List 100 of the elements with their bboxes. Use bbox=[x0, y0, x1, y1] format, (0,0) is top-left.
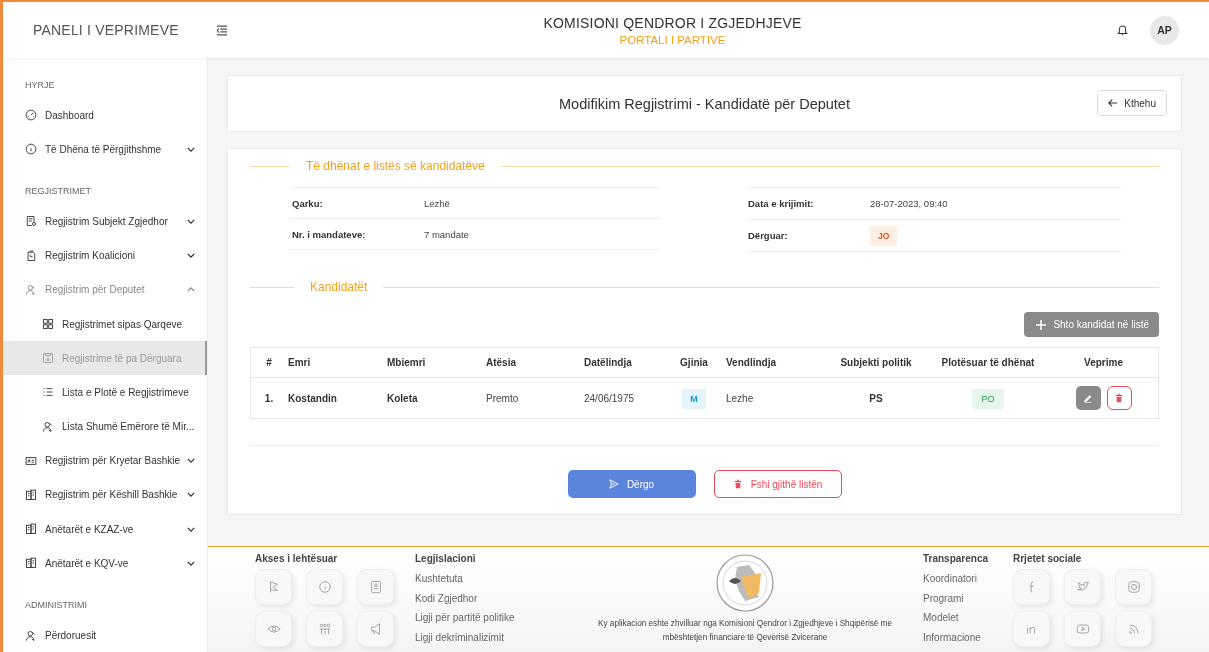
credit-text: Ky aplikacion eshte zhvilluar nga Komisioni Qendror i Zgjedhjeve i Shqipërisë me mbështetjen financiare të Qeverisë Zvicerane bbox=[597, 618, 893, 644]
play-icon bbox=[1075, 622, 1090, 636]
pencil-icon bbox=[1083, 393, 1093, 403]
save-icon bbox=[42, 352, 54, 365]
table-cell: Lezhe bbox=[726, 392, 754, 404]
list-icon bbox=[42, 386, 54, 399]
sidebar-item[interactable]: Regjistrim për Kryetar Bashkie bbox=[3, 443, 207, 478]
section-heading: HYRJE bbox=[24, 79, 56, 92]
sidebar-item[interactable]: Regjistrim për Deputet bbox=[3, 272, 207, 307]
accessibility-button[interactable] bbox=[255, 569, 292, 605]
menu-icon[interactable] bbox=[216, 24, 228, 36]
social-button[interactable] bbox=[1115, 611, 1152, 647]
field-label: Data e krijimit: bbox=[747, 198, 815, 209]
field-value: Lezhë bbox=[424, 197, 450, 209]
accessibility-button[interactable] bbox=[357, 611, 394, 647]
sidebar-item[interactable]: Anëtarët e KZAZ-ve bbox=[3, 512, 207, 547]
site-subtitle: PORTALI I PARTIVE bbox=[618, 33, 727, 46]
rss-icon bbox=[1126, 622, 1141, 636]
accessibility-button[interactable] bbox=[255, 611, 292, 647]
column-header: Mbiemri bbox=[387, 357, 426, 368]
field-value: 28-07-2023, 09:40 bbox=[870, 198, 948, 209]
megaphone-icon bbox=[368, 622, 383, 636]
trash-icon bbox=[732, 479, 743, 489]
footer-link[interactable]: Ligji për partitë politike bbox=[415, 608, 575, 628]
sidebar-item[interactable]: Të Dhëna të Përgjithshme bbox=[3, 132, 207, 167]
info-icon bbox=[317, 580, 332, 594]
accessibility-button[interactable] bbox=[357, 569, 394, 605]
table-cell: Kostandin bbox=[288, 392, 337, 404]
sidebar-item[interactable]: Regjistrim Subjekt Zgjedhor bbox=[3, 204, 207, 239]
social-button[interactable] bbox=[1064, 569, 1101, 605]
column-header: Vendlindja bbox=[726, 357, 776, 368]
eye-icon bbox=[266, 622, 281, 636]
section-heading: ADMINISTRIMI bbox=[24, 599, 88, 613]
copy-icon bbox=[25, 249, 37, 262]
field-label: Dërguar: bbox=[747, 230, 789, 241]
section-legend: Të dhënat e listës së kandidatëve bbox=[306, 159, 485, 173]
field-label: Nr. i mandateve: bbox=[291, 228, 367, 240]
status-badge: JO bbox=[870, 225, 898, 246]
footer-link[interactable]: Kodi Zgjedhor bbox=[415, 588, 575, 608]
edit-button[interactable] bbox=[1075, 386, 1101, 410]
submit-button[interactable]: Dërgo bbox=[567, 470, 696, 498]
field-value: 7 mandate bbox=[424, 228, 469, 240]
send-icon bbox=[608, 479, 619, 489]
social-button[interactable] bbox=[1064, 611, 1101, 647]
column-header: Datëlindja bbox=[584, 357, 632, 368]
footer-link[interactable]: Kushtetuta bbox=[415, 569, 575, 589]
info-icon bbox=[25, 143, 37, 156]
delete-button[interactable] bbox=[1106, 386, 1132, 410]
social-button[interactable] bbox=[1115, 569, 1152, 605]
column-header: Subjekti politik bbox=[840, 357, 912, 368]
footer-heading: Transparenca bbox=[923, 553, 990, 564]
table-cell: Koleta bbox=[387, 392, 418, 404]
section-heading: REGJISTRIMET bbox=[24, 185, 92, 199]
sidebar-item[interactable]: Regjistrim Koalicioni bbox=[3, 238, 207, 273]
column-header: Gjinia bbox=[680, 357, 708, 368]
building-icon bbox=[25, 557, 37, 570]
sidebar-item[interactable]: Anëtarët e KQV-ve bbox=[3, 546, 207, 581]
bell-icon[interactable] bbox=[1117, 23, 1128, 37]
brand-title: PANELI I VEPRIMEVE bbox=[32, 22, 180, 38]
sidebar-item[interactable]: Përdoruesit bbox=[3, 618, 207, 652]
footer-link[interactable]: Informacione bbox=[923, 627, 1013, 647]
section-legend: Kandidatët bbox=[310, 280, 368, 294]
sidebar-subitem[interactable]: Lista e Plotë e Regjistrimeve bbox=[3, 375, 207, 410]
accessibility-button[interactable] bbox=[306, 569, 343, 605]
sidebar-subitem[interactable]: Regjistrimet sipas Qarqeve bbox=[3, 306, 207, 342]
emblem-logo-drawing bbox=[715, 553, 775, 613]
social-button[interactable] bbox=[1013, 611, 1050, 647]
sidebar-subitem[interactable]: Lista Shumë Emërore të Mir... bbox=[3, 409, 207, 444]
arrow-left-icon bbox=[1108, 98, 1119, 108]
column-header: # bbox=[266, 357, 272, 368]
id-icon bbox=[368, 580, 383, 594]
bird-icon bbox=[1075, 580, 1090, 594]
footer-heading: Legjislacioni bbox=[415, 553, 477, 564]
footer-heading: Rrjetet sociale bbox=[1013, 553, 1083, 564]
site-title: KOMISIONI QENDROR I ZGJEDHJEVE bbox=[542, 14, 803, 31]
footer-link[interactable]: Ligji dekriminalizimit bbox=[415, 627, 575, 647]
table-cell: 24/06/1975 bbox=[584, 392, 635, 404]
footer-link[interactable]: Programi bbox=[923, 588, 1013, 608]
footer-link[interactable]: Koordinatori bbox=[923, 569, 1013, 589]
back-button[interactable]: Kthehu bbox=[1097, 90, 1167, 116]
people-icon bbox=[317, 622, 332, 636]
page-title: Modifikim Regjistrimi - Kandidatë për Deputet bbox=[559, 95, 850, 112]
footer-heading: Akses i lehtësuar bbox=[255, 553, 339, 564]
column-header: Plotësuar të dhënat bbox=[941, 357, 1035, 368]
table-cell: 1. bbox=[264, 392, 274, 404]
trash-icon bbox=[1114, 393, 1124, 403]
gauge-icon bbox=[25, 109, 37, 122]
user-avatar[interactable]: AP bbox=[1150, 15, 1179, 45]
column-header: Atësia bbox=[486, 357, 516, 368]
sidebar-item[interactable]: Dashboard bbox=[3, 98, 207, 133]
sidebar-item[interactable]: Regjistrim për Këshill Bashkie bbox=[3, 477, 207, 513]
social-button[interactable] bbox=[1013, 569, 1050, 605]
building-icon bbox=[25, 488, 37, 501]
footer-link[interactable]: Modelet bbox=[923, 608, 1013, 628]
doc-icon bbox=[25, 215, 37, 228]
delete-all-button[interactable]: Fshi gjithë listën bbox=[713, 470, 842, 498]
plus-icon bbox=[1036, 319, 1047, 330]
card-icon bbox=[25, 454, 37, 467]
accessibility-button[interactable] bbox=[306, 611, 343, 647]
gender-badge: M bbox=[682, 388, 706, 409]
